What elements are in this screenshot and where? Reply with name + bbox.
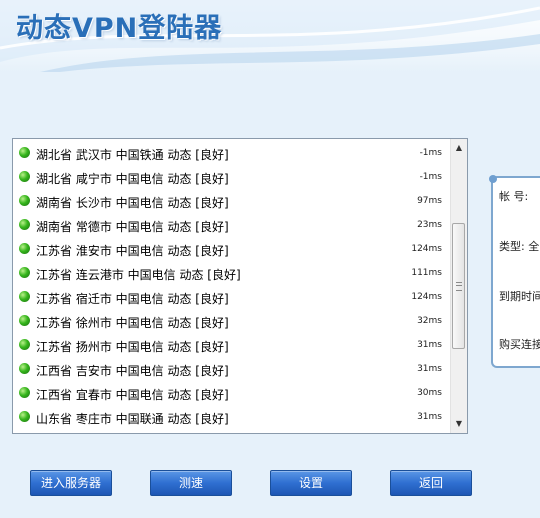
status-dot-icon	[19, 171, 30, 182]
server-name: 江苏省 淮安市 中国电信 动态 [良好]	[36, 244, 229, 258]
account-info-panel: 帐 号: 类型: 全 到期时间 购买连接	[489, 175, 540, 368]
expiry-label: 到期时间	[499, 290, 540, 303]
status-dot-icon	[19, 243, 30, 254]
server-row[interactable]: 江苏省 连云港市 中国电信 动态 [良好] 111ms	[13, 261, 451, 285]
enter-server-button[interactable]: 进入服务器	[30, 470, 112, 496]
server-latency: -1ms	[419, 172, 442, 182]
status-dot-icon	[19, 315, 30, 326]
account-label: 帐 号:	[499, 190, 529, 203]
scrollbar-thumb[interactable]	[452, 223, 465, 349]
panel-tab-icon	[489, 175, 497, 183]
server-row[interactable]: 湖北省 武汉市 中国铁通 动态 [良好] -1ms	[13, 141, 451, 165]
server-latency: 124ms	[411, 244, 442, 254]
server-latency: 31ms	[417, 340, 442, 350]
title-banner: 动态VPN登陆器	[0, 0, 540, 72]
server-name: 江苏省 扬州市 中国电信 动态 [良好]	[36, 340, 229, 354]
server-name: 江西省 吉安市 中国电信 动态 [良好]	[36, 364, 229, 378]
server-latency: 111ms	[411, 268, 442, 278]
status-dot-icon	[19, 387, 30, 398]
server-latency: 23ms	[417, 220, 442, 230]
status-dot-icon	[19, 147, 30, 158]
server-latency: 124ms	[411, 292, 442, 302]
status-dot-icon	[19, 219, 30, 230]
server-latency: 32ms	[417, 316, 442, 326]
server-row[interactable]: 江苏省 淮安市 中国电信 动态 [良好] 124ms	[13, 237, 451, 261]
server-row[interactable]: 山东省 枣庄市 中国联通 动态 [良好] 31ms	[13, 405, 451, 429]
server-name: 山东省 枣庄市 中国联通 动态 [良好]	[36, 412, 229, 426]
speedtest-button[interactable]: 测速	[150, 470, 232, 496]
server-name: 江苏省 连云港市 中国电信 动态 [良好]	[36, 268, 241, 282]
back-button[interactable]: 返回	[390, 470, 472, 496]
status-dot-icon	[19, 195, 30, 206]
server-name: 江西省 宜春市 中国电信 动态 [良好]	[36, 388, 229, 402]
settings-button[interactable]: 设置	[270, 470, 352, 496]
purchase-label: 购买连接	[499, 338, 540, 351]
server-latency: 31ms	[417, 412, 442, 422]
server-row[interactable]: 江苏省 宿迁市 中国电信 动态 [良好] 124ms	[13, 285, 451, 309]
server-row[interactable]: 江苏省 扬州市 中国电信 动态 [良好] 31ms	[13, 333, 451, 357]
server-latency: 97ms	[417, 196, 442, 206]
server-name: 湖南省 常德市 中国电信 动态 [良好]	[36, 220, 229, 234]
status-dot-icon	[19, 411, 30, 422]
server-list[interactable]: 湖北省 武汉市 中国铁通 动态 [良好] -1ms 湖北省 咸宁市 中国电信 动态 …	[12, 138, 468, 434]
grip-icon	[456, 282, 462, 291]
server-row[interactable]: 湖北省 咸宁市 中国电信 动态 [良好] -1ms	[13, 165, 451, 189]
status-dot-icon	[19, 267, 30, 278]
server-name: 湖北省 咸宁市 中国电信 动态 [良好]	[36, 172, 229, 186]
arrow-up-icon[interactable]: ▲	[451, 140, 467, 156]
arrow-down-icon[interactable]: ▼	[451, 416, 467, 432]
status-dot-icon	[19, 291, 30, 302]
list-scrollbar[interactable]: ▲ ▼	[450, 139, 467, 433]
server-name: 江苏省 宿迁市 中国电信 动态 [良好]	[36, 292, 229, 306]
server-name: 湖南省 长沙市 中国电信 动态 [良好]	[36, 196, 229, 210]
server-row[interactable]: 江西省 吉安市 中国电信 动态 [良好] 31ms	[13, 357, 451, 381]
server-row[interactable]: 江西省 宜春市 中国电信 动态 [良好] 30ms	[13, 381, 451, 405]
server-row[interactable]: 湖南省 常德市 中国电信 动态 [良好] 23ms	[13, 213, 451, 237]
server-row[interactable]: 江苏省 徐州市 中国电信 动态 [良好] 32ms	[13, 309, 451, 333]
server-latency: 30ms	[417, 388, 442, 398]
server-name: 湖北省 武汉市 中国铁通 动态 [良好]	[36, 148, 229, 162]
status-dot-icon	[19, 339, 30, 350]
status-dot-icon	[19, 363, 30, 374]
server-latency: 31ms	[417, 364, 442, 374]
server-row[interactable]: 湖南省 长沙市 中国电信 动态 [良好] 97ms	[13, 189, 451, 213]
type-label: 类型: 全	[499, 240, 540, 253]
server-name: 江苏省 徐州市 中国电信 动态 [良好]	[36, 316, 229, 330]
app-title: 动态VPN登陆器	[16, 13, 223, 44]
server-latency: -1ms	[419, 148, 442, 158]
